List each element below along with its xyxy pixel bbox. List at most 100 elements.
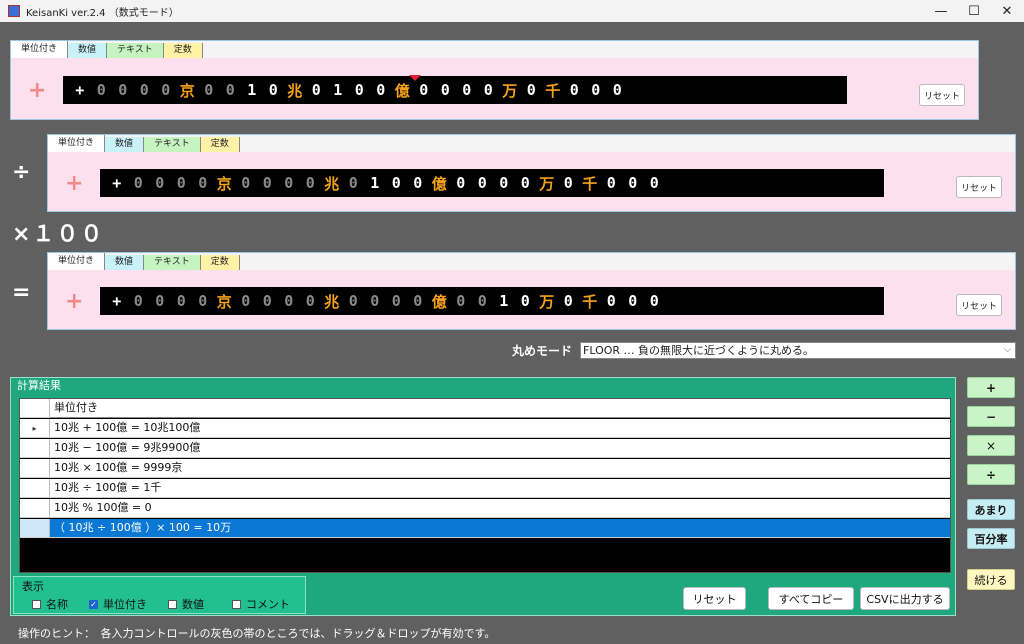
- digit: 0: [612, 81, 622, 99]
- copy-all-button[interactable]: すべてコピー: [768, 587, 854, 610]
- table-cell[interactable]: （ 10兆 ÷ 100億 ）× 100 = 10万: [50, 519, 950, 538]
- unit-label: 京: [216, 174, 232, 193]
- table-cell[interactable]: 10兆 × 100億 = 9999京: [50, 459, 950, 478]
- tab-text[interactable]: テキスト: [144, 137, 201, 152]
- digit: 0: [606, 292, 616, 310]
- chevron-down-icon: ⌵: [1004, 345, 1011, 355]
- sign-button[interactable]: +: [28, 78, 46, 103]
- digit: 0: [563, 292, 573, 310]
- checkbox-label: コメント: [246, 598, 290, 611]
- digit: 0: [649, 292, 659, 310]
- tab-unit[interactable]: 単位付き: [48, 135, 106, 152]
- continue-button[interactable]: 続ける: [967, 569, 1015, 590]
- unit-label: 京: [179, 81, 195, 100]
- column-header[interactable]: 単位付き: [50, 399, 950, 418]
- reset-button[interactable]: リセット: [956, 176, 1002, 198]
- tab-number[interactable]: 数値: [105, 255, 145, 270]
- digit: 0: [118, 81, 128, 99]
- checkbox-box[interactable]: [32, 599, 41, 609]
- table-row[interactable]: （ 10兆 ÷ 100億 ）× 100 = 10万: [20, 519, 950, 538]
- reset-button[interactable]: リセット: [956, 294, 1002, 316]
- minimize-button[interactable]: —: [924, 0, 958, 22]
- tab-constant[interactable]: 定数: [163, 43, 203, 58]
- checkbox-box[interactable]: ✓: [89, 599, 98, 609]
- remainder-button[interactable]: あまり: [967, 499, 1015, 520]
- row-header[interactable]: [20, 479, 50, 498]
- digit: 0: [139, 81, 149, 99]
- tab-text[interactable]: テキスト: [107, 43, 164, 58]
- row-header[interactable]: [20, 519, 50, 538]
- equals-operator: =: [12, 280, 31, 305]
- checkbox-comment[interactable]: コメント: [232, 596, 290, 612]
- row-header[interactable]: [20, 459, 50, 478]
- unit-label: 京: [216, 292, 232, 311]
- digit: 0: [96, 81, 106, 99]
- table-cell[interactable]: 10兆 − 100億 = 9兆9900億: [50, 439, 950, 458]
- tab-constant[interactable]: 定数: [200, 255, 240, 270]
- table-row[interactable]: ▸ 10兆 + 100億 = 10兆100億: [20, 419, 950, 438]
- digit: 0: [268, 81, 278, 99]
- tab-number[interactable]: 数値: [105, 137, 145, 152]
- sign-button[interactable]: +: [65, 289, 83, 314]
- display-options: 表示 名称 ✓ 単位付き 数値 コメント: [13, 576, 306, 614]
- display-sign: +: [112, 174, 122, 192]
- tab-unit[interactable]: 単位付き: [48, 253, 106, 270]
- unit-label: 億: [431, 174, 447, 193]
- table-cell[interactable]: 10兆 ÷ 100億 = 1千: [50, 479, 950, 498]
- checkbox-number[interactable]: 数値: [168, 596, 204, 612]
- rounding-mode-value: FLOOR … 負の無限大に近づくように丸める。: [583, 344, 815, 357]
- digit: 0: [563, 174, 573, 192]
- table-cell[interactable]: 10兆 % 100億 = 0: [50, 499, 950, 518]
- row-header[interactable]: [20, 439, 50, 458]
- number-display[interactable]: +0 0 0 0 京 0 0 0 0 兆 0 0 0 0 億 0 0 1 0 万 0 千 0 0 0: [100, 287, 884, 315]
- tab-number[interactable]: 数値: [68, 43, 108, 58]
- tab-text[interactable]: テキスト: [144, 255, 201, 270]
- result-grid[interactable]: 単位付き ▸ 10兆 + 100億 = 10兆100億 10兆 − 100億 = 9…: [19, 398, 951, 573]
- digit: 0: [241, 292, 251, 310]
- digit: 0: [176, 292, 186, 310]
- csv-export-button[interactable]: CSVに出力する: [860, 587, 950, 610]
- table-row[interactable]: 10兆 − 100億 = 9兆9900億: [20, 439, 950, 458]
- add-button[interactable]: +: [967, 377, 1015, 398]
- row-header[interactable]: ▸: [20, 419, 50, 438]
- number-display[interactable]: +0 0 0 0 京 0 0 1 0 兆 0 1 0 0 億 0 0 0 0 万 0 千 0 0 0: [63, 76, 847, 104]
- sign-button[interactable]: +: [65, 171, 83, 196]
- checkbox-name[interactable]: 名称: [32, 596, 68, 612]
- reset-button[interactable]: リセット: [919, 84, 965, 106]
- table-row[interactable]: 10兆 × 100億 = 9999京: [20, 459, 950, 478]
- digit: 1: [333, 81, 343, 99]
- digit: 0: [628, 174, 638, 192]
- checkbox-box[interactable]: [168, 599, 177, 609]
- unit-label: 千: [582, 174, 598, 193]
- digit: 0: [440, 81, 450, 99]
- digit: 0: [225, 81, 235, 99]
- grid-header: 単位付き: [20, 399, 950, 418]
- checkbox-label: 数値: [182, 598, 204, 611]
- table-cell[interactable]: 10兆 + 100億 = 10兆100億: [50, 419, 950, 438]
- subtract-button[interactable]: −: [967, 406, 1015, 427]
- table-row[interactable]: 10兆 ÷ 100億 = 1千: [20, 479, 950, 498]
- tab-constant[interactable]: 定数: [200, 137, 240, 152]
- divide-operator: ÷: [12, 160, 31, 185]
- result-reset-button[interactable]: リセット: [683, 587, 746, 610]
- number-display[interactable]: +0 0 0 0 京 0 0 0 0 兆 0 1 0 0 億 0 0 0 0 万 0 千 0 0 0: [100, 169, 884, 197]
- maximize-button[interactable]: ☐: [957, 0, 991, 22]
- table-row[interactable]: 10兆 % 100億 = 0: [20, 499, 950, 518]
- percent-button[interactable]: 百分率: [967, 528, 1015, 549]
- unit-label: 千: [545, 81, 561, 100]
- row-header[interactable]: [20, 499, 50, 518]
- rounding-mode-select[interactable]: FLOOR … 負の無限大に近づくように丸める。 ⌵: [580, 342, 1016, 359]
- checkbox-unit[interactable]: ✓ 単位付き: [89, 596, 147, 612]
- panel-tabs: 単位付き 数値 テキスト 定数: [11, 41, 203, 58]
- multiply-button[interactable]: ×: [967, 435, 1015, 456]
- digit: 0: [155, 292, 165, 310]
- digit: 0: [628, 292, 638, 310]
- tab-unit[interactable]: 単位付き: [11, 41, 69, 58]
- unit-label: 万: [502, 81, 518, 100]
- window-title: KeisanKi ver.2.4 （数式モード）: [26, 7, 179, 19]
- divide-button[interactable]: ÷: [967, 464, 1015, 485]
- checkbox-box[interactable]: [232, 599, 241, 609]
- digit: 0: [348, 174, 358, 192]
- close-button[interactable]: ✕: [990, 0, 1024, 22]
- checkbox-label: 名称: [46, 598, 68, 611]
